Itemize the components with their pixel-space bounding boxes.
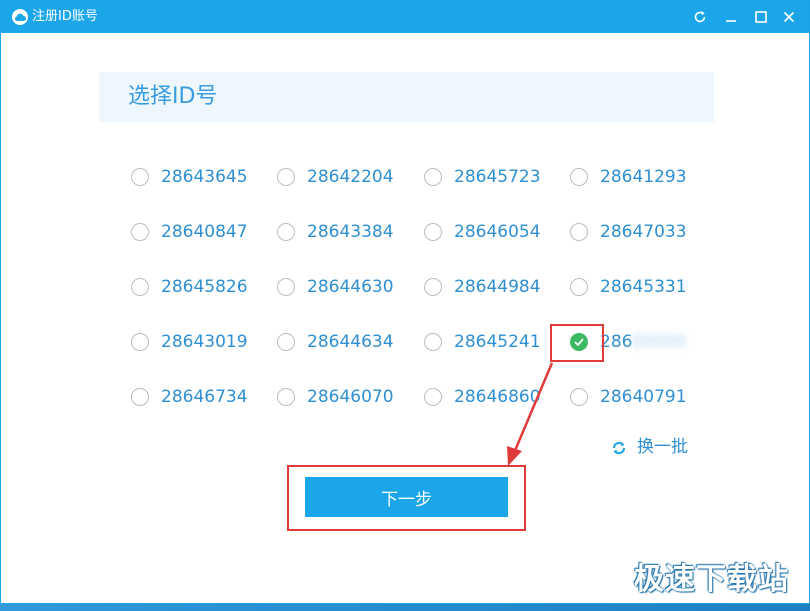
- site-watermark: 极速下载站: [634, 562, 789, 597]
- register-id-window: 注册ID账号 选择ID号 28643645 28642204 28645723 …: [0, 0, 810, 604]
- annotation-arrow: [507, 362, 554, 466]
